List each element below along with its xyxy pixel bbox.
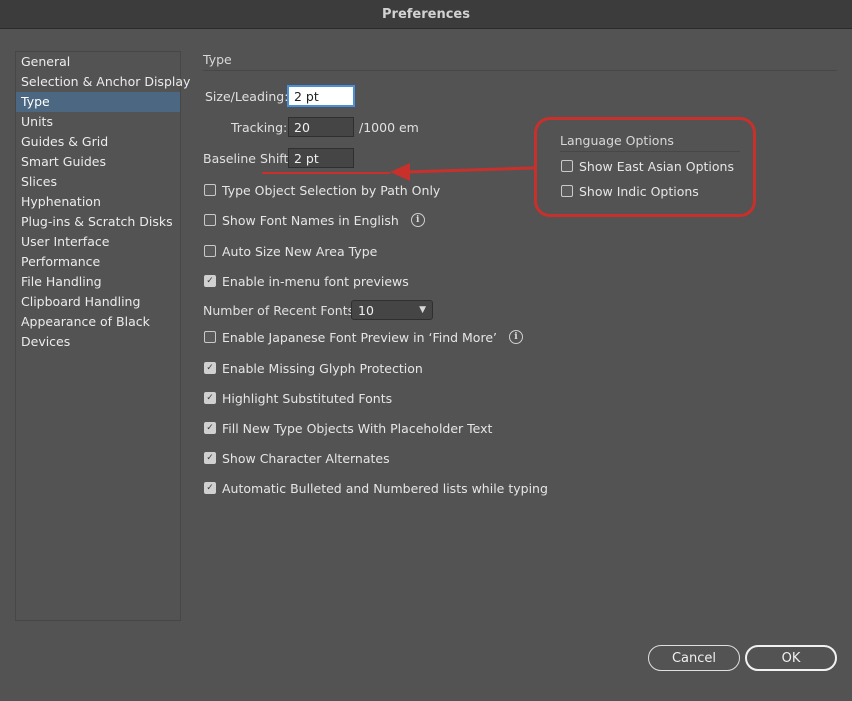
checkmark-icon[interactable]: ✓ xyxy=(204,452,216,464)
checkmark-icon[interactable]: ✓ xyxy=(204,275,216,287)
sidebar-item-user-interface[interactable]: User Interface xyxy=(16,232,180,252)
character-alternates-option[interactable]: ✓ Show Character Alternates xyxy=(204,449,390,467)
option-label: Show Indic Options xyxy=(579,183,699,199)
japanese-font-preview-option[interactable]: Enable Japanese Font Preview in ‘Find Mo… xyxy=(204,328,523,346)
recent-fonts-select[interactable]: 10 ▼ xyxy=(351,300,433,320)
east-asian-option[interactable]: Show East Asian Options xyxy=(561,157,734,175)
option-label: Show Font Names in English xyxy=(222,212,399,228)
sidebar-item-performance[interactable]: Performance xyxy=(16,252,180,272)
checkmark-icon[interactable]: ✓ xyxy=(204,392,216,404)
annotation-arrow-icon xyxy=(390,163,536,181)
checkbox[interactable] xyxy=(561,185,573,197)
option-label: Enable in-menu font previews xyxy=(222,273,409,289)
checkbox[interactable] xyxy=(204,331,216,343)
indic-option[interactable]: Show Indic Options xyxy=(561,182,699,200)
sidebar-item-clipboard-handling[interactable]: Clipboard Handling xyxy=(16,292,180,312)
checkbox[interactable] xyxy=(204,214,216,226)
recent-fonts-value: 10 xyxy=(358,302,374,318)
chevron-down-icon: ▼ xyxy=(419,305,426,315)
sidebar-item-file-handling[interactable]: File Handling xyxy=(16,272,180,292)
fill-placeholder-option[interactable]: ✓ Fill New Type Objects With Placeholder… xyxy=(204,419,492,437)
option-label: Enable Japanese Font Preview in ‘Find Mo… xyxy=(222,329,497,345)
preferences-sidebar: General Selection & Anchor Display Type … xyxy=(15,51,190,621)
section-divider xyxy=(203,70,837,71)
option-label: Fill New Type Objects With Placeholder T… xyxy=(222,420,493,436)
show-font-names-english-option[interactable]: Show Font Names in English i xyxy=(204,211,425,229)
sidebar-item-general[interactable]: General xyxy=(16,52,180,72)
in-menu-font-previews-option[interactable]: ✓ Enable in-menu font previews xyxy=(204,272,409,290)
section-title: Type xyxy=(203,52,232,67)
sidebar-item-slices[interactable]: Slices xyxy=(16,172,180,192)
info-icon[interactable]: i xyxy=(410,213,425,227)
sidebar-item-plugins-scratch-disks[interactable]: Plug-ins & Scratch Disks xyxy=(16,212,180,232)
recent-fonts-label: Number of Recent Fonts: xyxy=(203,303,359,318)
checkmark-icon[interactable]: ✓ xyxy=(204,362,216,374)
checkbox[interactable] xyxy=(204,184,216,196)
language-options-divider xyxy=(560,151,740,152)
tracking-label: Tracking: xyxy=(231,120,288,135)
tracking-field[interactable] xyxy=(288,117,354,137)
sidebar-item-guides-grid[interactable]: Guides & Grid xyxy=(16,132,180,152)
sidebar-item-hyphenation[interactable]: Hyphenation xyxy=(16,192,180,212)
sidebar-item-appearance-of-black[interactable]: Appearance of Black xyxy=(16,312,180,332)
size-leading-field[interactable] xyxy=(287,85,355,107)
highlight-substituted-option[interactable]: ✓ Highlight Substituted Fonts xyxy=(204,389,392,407)
sidebar-item-type[interactable]: Type xyxy=(16,92,180,112)
sidebar-item-devices[interactable]: Devices xyxy=(16,332,180,352)
window-title: Preferences xyxy=(382,6,470,22)
checkbox[interactable] xyxy=(204,245,216,257)
checkbox[interactable] xyxy=(561,160,573,172)
language-options-title: Language Options xyxy=(560,133,674,148)
tracking-unit: /1000 em xyxy=(359,120,419,135)
annotation-underline xyxy=(262,172,390,174)
auto-bullets-option[interactable]: ✓ Automatic Bulleted and Numbered lists … xyxy=(204,479,548,497)
baseline-shift-field[interactable] xyxy=(288,148,354,168)
option-label: Auto Size New Area Type xyxy=(222,243,378,259)
option-label: Show East Asian Options xyxy=(579,158,734,174)
option-label: Show Character Alternates xyxy=(222,450,390,466)
auto-size-area-type-option[interactable]: Auto Size New Area Type xyxy=(204,242,377,260)
cancel-button[interactable]: Cancel xyxy=(648,645,740,671)
ok-button[interactable]: OK xyxy=(745,645,837,671)
baseline-shift-label: Baseline Shift: xyxy=(203,151,293,166)
checkmark-icon[interactable]: ✓ xyxy=(204,422,216,434)
option-label: Enable Missing Glyph Protection xyxy=(222,360,423,376)
missing-glyph-protection-option[interactable]: ✓ Enable Missing Glyph Protection xyxy=(204,359,423,377)
option-label: Highlight Substituted Fonts xyxy=(222,390,393,406)
sidebar-item-units[interactable]: Units xyxy=(16,112,180,132)
sidebar-item-smart-guides[interactable]: Smart Guides xyxy=(16,152,180,172)
checkmark-icon[interactable]: ✓ xyxy=(204,482,216,494)
title-bar: Preferences xyxy=(0,0,852,29)
sidebar-item-selection-anchor-display[interactable]: Selection & Anchor Display xyxy=(16,72,190,92)
info-icon[interactable]: i xyxy=(509,330,523,344)
size-leading-label: Size/Leading: xyxy=(205,89,289,104)
option-label: Automatic Bulleted and Numbered lists wh… xyxy=(222,480,548,496)
